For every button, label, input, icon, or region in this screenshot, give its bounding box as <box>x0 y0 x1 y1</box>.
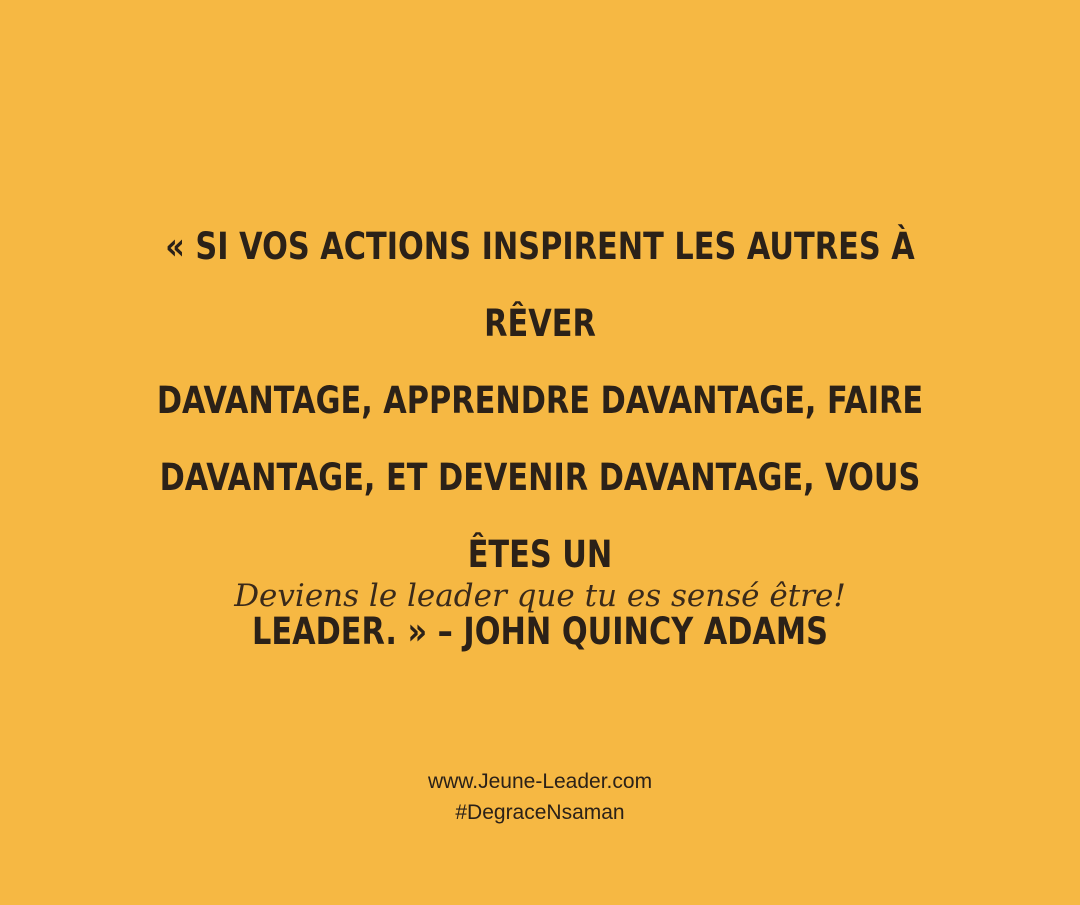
quote-line: « SI VOS ACTIONS INSPIRENT LES AUTRES À … <box>165 225 915 345</box>
quote-line: DAVANTAGE, APPRENDRE DAVANTAGE, FAIRE <box>156 379 924 422</box>
tagline: Deviens le leader que tu es sensé être! <box>234 578 846 614</box>
website-text: www.Jeune-Leader.com <box>427 770 653 793</box>
quote-line: DAVANTAGE, ET DEVENIR DAVANTAGE, VOUS ÊT… <box>159 456 921 576</box>
footer: www.Jeune-Leader.com #DegraceNsaman <box>0 766 1080 828</box>
hashtag-text: #DegraceNsaman <box>455 801 625 824</box>
